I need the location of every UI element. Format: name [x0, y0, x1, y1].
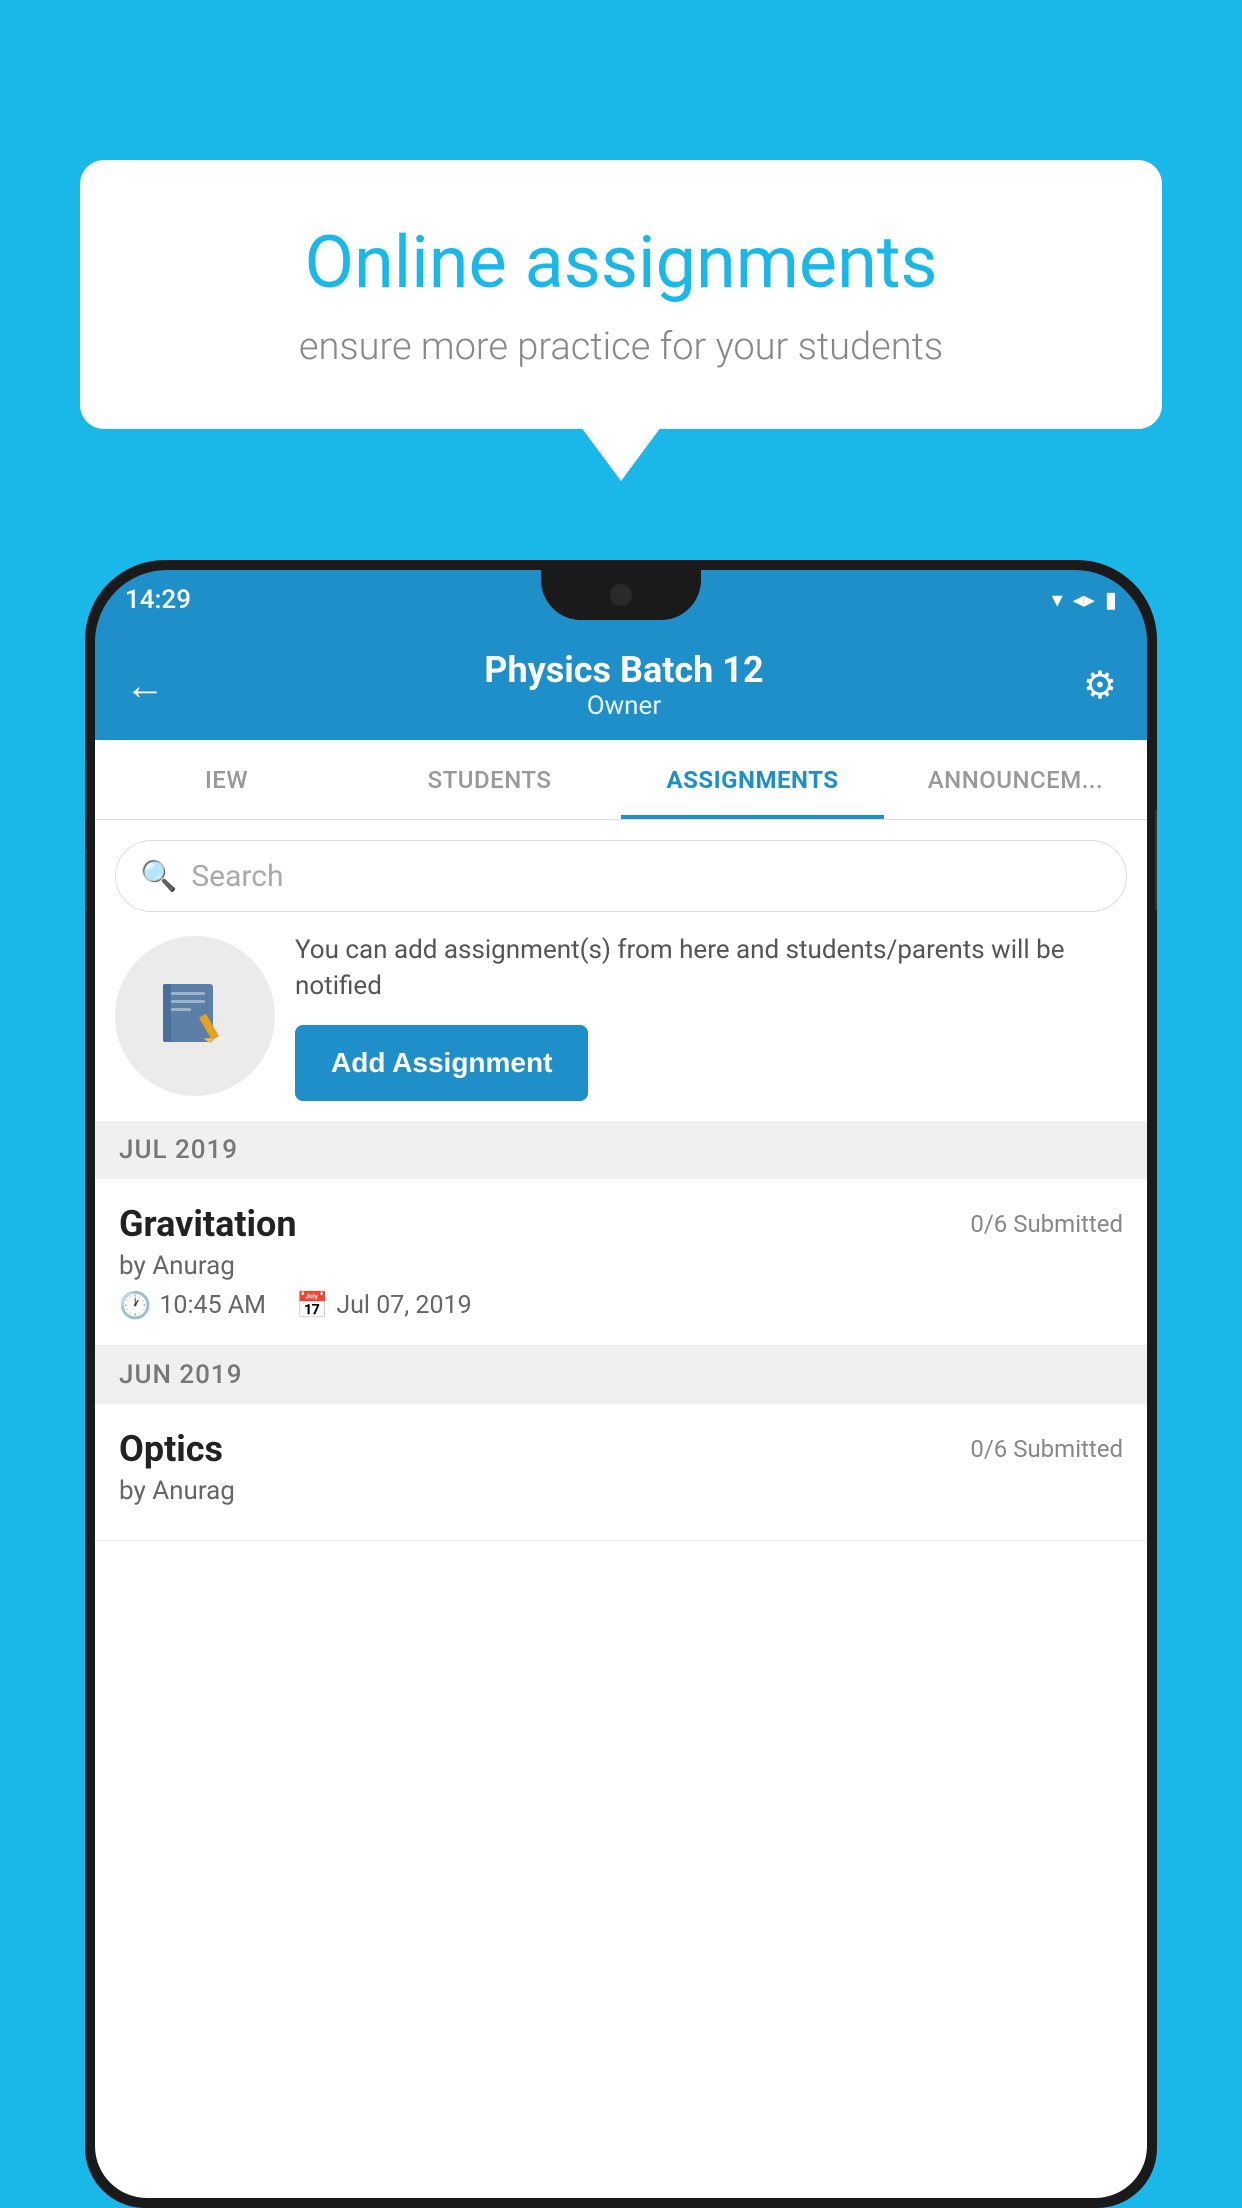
- tab-announcements[interactable]: ANNOUNCEM...: [884, 740, 1147, 819]
- assignment-by: by Anurag: [119, 1251, 1123, 1281]
- meta-time: 🕐 10:45 AM: [119, 1291, 266, 1321]
- add-assignment-button[interactable]: Add Assignment: [295, 1025, 588, 1101]
- power-button: [1155, 810, 1157, 910]
- assignment-item-gravitation[interactable]: Gravitation 0/6 Submitted by Anurag 🕐 10…: [95, 1179, 1147, 1346]
- promo-card: You can add assignment(s) from here and …: [115, 932, 1127, 1101]
- phone-screen: 14:29 ▾ ◂▸ ▮ ← Physics Batch 12 Owner ⚙ …: [95, 570, 1147, 2198]
- assignment-by-optics: by Anurag: [119, 1476, 1123, 1506]
- header-title: Physics Batch 12: [484, 649, 763, 691]
- assignment-name-optics: Optics: [119, 1428, 223, 1470]
- header-center: Physics Batch 12 Owner: [484, 649, 763, 721]
- screen-content: 🔍 Search: [95, 820, 1147, 2198]
- back-button[interactable]: ←: [125, 662, 165, 709]
- assignment-item-optics[interactable]: Optics 0/6 Submitted by Anurag: [95, 1404, 1147, 1541]
- tab-bar: IEW STUDENTS ASSIGNMENTS ANNOUNCEM...: [95, 740, 1147, 820]
- notch: [541, 570, 701, 620]
- status-time: 14:29: [125, 585, 191, 615]
- assignment-top-optics: Optics 0/6 Submitted: [119, 1428, 1123, 1470]
- submitted-badge-optics: 0/6 Submitted: [970, 1435, 1123, 1463]
- assignment-top: Gravitation 0/6 Submitted: [119, 1203, 1123, 1245]
- volume-button-down: [85, 850, 87, 910]
- header-subtitle: Owner: [484, 691, 763, 721]
- battery-icon: ▮: [1105, 588, 1117, 613]
- submitted-badge: 0/6 Submitted: [970, 1210, 1123, 1238]
- assignment-meta: 🕐 10:45 AM 📅 Jul 07, 2019: [119, 1291, 1123, 1321]
- status-icons: ▾ ◂▸ ▮: [1052, 588, 1117, 613]
- meta-date: 📅 Jul 07, 2019: [296, 1291, 472, 1321]
- promo-text-side: You can add assignment(s) from here and …: [295, 932, 1127, 1101]
- tab-assignments[interactable]: ASSIGNMENTS: [621, 740, 884, 819]
- search-input-placeholder[interactable]: Search: [191, 859, 283, 894]
- speech-bubble-area: Online assignments ensure more practice …: [80, 160, 1162, 429]
- meta-time-value: 10:45 AM: [159, 1291, 266, 1320]
- settings-button[interactable]: ⚙: [1083, 663, 1117, 708]
- calendar-icon: 📅: [296, 1291, 328, 1321]
- tab-iew[interactable]: IEW: [95, 740, 358, 819]
- volume-button-up: [85, 760, 87, 820]
- promo-icon-circle: [115, 936, 275, 1096]
- speech-bubble: Online assignments ensure more practice …: [80, 160, 1162, 429]
- search-icon: 🔍: [140, 859, 177, 894]
- speech-bubble-title: Online assignments: [150, 220, 1092, 305]
- front-camera: [610, 584, 632, 606]
- meta-date-value: Jul 07, 2019: [336, 1291, 471, 1320]
- app-header: ← Physics Batch 12 Owner ⚙: [95, 630, 1147, 740]
- section-header-jul: JUL 2019: [95, 1121, 1147, 1179]
- promo-description: You can add assignment(s) from here and …: [295, 932, 1127, 1005]
- wifi-icon: ▾: [1052, 588, 1063, 613]
- tab-students[interactable]: STUDENTS: [358, 740, 621, 819]
- speech-bubble-subtitle: ensure more practice for your students: [150, 325, 1092, 369]
- section-header-jun: JUN 2019: [95, 1346, 1147, 1404]
- search-bar[interactable]: 🔍 Search: [115, 840, 1127, 912]
- clock-icon: 🕐: [119, 1291, 151, 1321]
- assignment-name: Gravitation: [119, 1203, 297, 1245]
- phone-frame: 14:29 ▾ ◂▸ ▮ ← Physics Batch 12 Owner ⚙ …: [85, 560, 1157, 2208]
- signal-icon: ◂▸: [1073, 588, 1095, 613]
- notebook-icon: [155, 976, 235, 1056]
